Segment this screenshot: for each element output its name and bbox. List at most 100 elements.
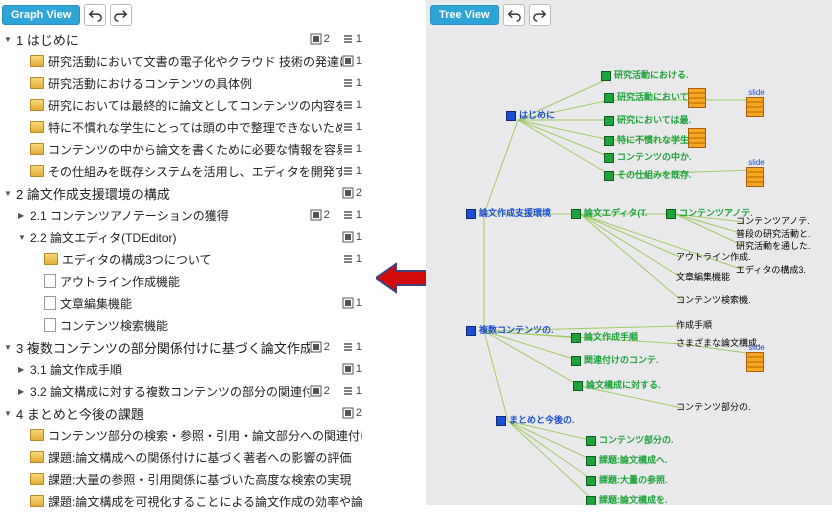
undo-button[interactable] xyxy=(84,4,106,26)
graph-node-label: 文章編集機能 xyxy=(676,272,730,282)
graph-node[interactable]: その仕組みを既存. xyxy=(604,168,692,181)
caret-icon[interactable] xyxy=(18,232,28,243)
slide-icon xyxy=(746,167,764,187)
node-marker-icon xyxy=(586,436,596,446)
graph-node[interactable]: 研究においては最. xyxy=(604,113,691,126)
tree-row-label: 3.2 論文構成に対する複数コンテンツの部分の関連付け xyxy=(30,383,310,400)
tree-row[interactable]: 研究活動において文書の電子化やクラウド 技術の発達によ1 xyxy=(4,50,368,72)
tree-row[interactable]: 文章編集機能1 xyxy=(4,292,368,314)
graph-node-label: コンテンツの中か. xyxy=(617,152,692,162)
node-marker-icon xyxy=(496,416,506,426)
caret-icon[interactable] xyxy=(4,188,14,199)
tree-row-label: 課題:論文構成を可視化することによる論文作成の効率や論 xyxy=(48,493,362,510)
graph-node-label: 論文エディタ(T. xyxy=(584,208,647,218)
caret-icon[interactable] xyxy=(4,342,14,353)
graph-node[interactable]: はじめに xyxy=(506,108,555,121)
graph-node[interactable]: 研究活動において. xyxy=(604,90,691,103)
tree-row[interactable]: エディタの構成3つについて1 xyxy=(4,248,368,270)
caret-icon[interactable] xyxy=(18,364,28,375)
graph-node[interactable]: slide xyxy=(746,88,767,117)
caret-icon[interactable] xyxy=(4,34,14,45)
graph-node[interactable]: 論文構成に対する. xyxy=(573,378,661,391)
graph-node[interactable]: 論文作成手順 xyxy=(571,330,638,343)
undo-button-right[interactable] xyxy=(503,4,525,26)
tree-row[interactable]: 2.2 論文エディタ(TDEditor)1 xyxy=(4,226,368,248)
tree-row[interactable]: コンテンツ部分の検索・参照・引用・論文部分への関連付け xyxy=(4,424,368,446)
tree-row[interactable]: その仕組みを既存システムを活用し、エディタを開発すること1 xyxy=(4,160,368,182)
graph-node[interactable]: コンテンツの中か. xyxy=(604,150,692,163)
graph-node-label: 論文作成支援環境 xyxy=(479,208,551,218)
graph-node[interactable]: slide xyxy=(746,343,767,372)
graph-canvas[interactable]: はじめに 研究活動における. 研究活動において. 研究においては最. 特に不慣れな学生.… xyxy=(426,28,832,505)
tree-row[interactable]: コンテンツ検索機能 xyxy=(4,314,368,336)
undo-icon xyxy=(88,8,102,22)
outline-tree[interactable]: 1 はじめに21研究活動において文書の電子化やクラウド 技術の発達によ1研究活動… xyxy=(2,28,368,512)
tree-row[interactable]: アウトライン作成機能 xyxy=(4,270,368,292)
graph-node[interactable]: 課題:論文構成を. xyxy=(586,493,668,505)
tree-row[interactable]: 研究においては最終的に論文としてコンテンツの内容を整理1 xyxy=(4,94,368,116)
tree-row[interactable]: 課題:論文構成への関係付けに基づく著者への影響の評価 xyxy=(4,446,368,468)
list-count-badge: 1 xyxy=(342,385,362,397)
graph-node-label: 研究においては最. xyxy=(617,115,691,125)
redo-button[interactable] xyxy=(110,4,132,26)
graph-node[interactable]: slide xyxy=(746,158,767,187)
graph-node[interactable]: 特に不慣れな学生. xyxy=(604,133,692,146)
tree-row[interactable]: 課題:大量の参照・引用関係に基づいた高度な検索の実現 xyxy=(4,468,368,490)
folder-icon xyxy=(44,253,58,265)
graph-node[interactable]: コンテンツ部分の. xyxy=(676,400,751,413)
graph-node-label: 関連付けのコンテ. xyxy=(584,355,659,365)
tree-row[interactable]: 2.1 コンテンツアノテーションの獲得21 xyxy=(4,204,368,226)
graph-view-button[interactable]: Graph View xyxy=(2,5,80,25)
graph-node-label: コンテンツ部分の. xyxy=(676,402,751,412)
graph-node[interactable]: 関連付けのコンテ. xyxy=(571,353,659,366)
graph-node[interactable]: 課題:大量の参照. xyxy=(586,473,668,486)
graph-node[interactable]: コンテンツ検索機. xyxy=(676,293,751,306)
graph-node[interactable] xyxy=(688,88,709,108)
graph-node[interactable]: 研究活動を通した. xyxy=(736,239,811,252)
caret-icon[interactable] xyxy=(18,386,28,397)
redo-button-right[interactable] xyxy=(529,4,551,26)
tree-view-button[interactable]: Tree View xyxy=(430,5,499,25)
caret-icon[interactable] xyxy=(4,408,14,419)
graph-node[interactable]: 作成手順 xyxy=(676,318,712,331)
section-header[interactable]: 3 複数コンテンツの部分関係付けに基づく論文作成支援21 xyxy=(4,336,368,358)
tree-row-label: コンテンツ部分の検索・参照・引用・論文部分への関連付け xyxy=(48,427,362,444)
tree-row-label: 研究においては最終的に論文としてコンテンツの内容を整理 xyxy=(48,97,342,114)
graph-node[interactable]: コンテンツアノテ. xyxy=(736,214,810,227)
tree-row[interactable]: 特に不慣れな学生にとっては頭の中で整理できないため論1 xyxy=(4,116,368,138)
tree-row[interactable]: 研究活動におけるコンテンツの具体例1 xyxy=(4,72,368,94)
graph-node[interactable]: 課題:論文構成へ. xyxy=(586,453,668,466)
tree-row[interactable]: 3.2 論文構成に対する複数コンテンツの部分の関連付け21 xyxy=(4,380,368,402)
doc-count-badge: 1 xyxy=(342,363,362,375)
graph-node[interactable]: 文章編集機能 xyxy=(676,270,730,283)
list-count-badge: 1 xyxy=(342,165,362,177)
section-header[interactable]: 1 はじめに21 xyxy=(4,28,368,50)
node-marker-icon xyxy=(604,171,614,181)
undo-icon xyxy=(507,8,521,22)
folder-icon xyxy=(30,473,44,485)
graph-node[interactable]: 研究活動における. xyxy=(601,68,689,81)
node-marker-icon xyxy=(604,136,614,146)
graph-node[interactable]: コンテンツ部分の. xyxy=(586,433,674,446)
graph-node-label: 作成手順 xyxy=(676,320,712,330)
list-count-badge: 1 xyxy=(342,143,362,155)
graph-node-label: 課題:大量の参照. xyxy=(599,475,668,485)
graph-node-label: 論文構成に対する. xyxy=(586,380,661,390)
graph-node[interactable]: 複数コンテンツの. xyxy=(466,323,554,336)
section-title: 3 複数コンテンツの部分関係付けに基づく論文作成支援 xyxy=(16,338,310,357)
graph-node[interactable]: まとめと今後の. xyxy=(496,413,575,426)
tree-row-label: 特に不慣れな学生にとっては頭の中で整理できないため論 xyxy=(48,119,342,136)
section-header[interactable]: 2 論文作成支援環境の構成2 xyxy=(4,182,368,204)
tree-row[interactable]: 課題:論文構成を可視化することによる論文作成の効率や論 xyxy=(4,490,368,512)
section-header[interactable]: 4 まとめと今後の課題2 xyxy=(4,402,368,424)
tree-row[interactable]: 3.1 論文作成手順1 xyxy=(4,358,368,380)
graph-node[interactable]: 論文エディタ(T. xyxy=(571,206,647,219)
graph-node[interactable] xyxy=(688,128,709,148)
graph-node-label: 論文作成手順 xyxy=(584,332,638,342)
caret-icon[interactable] xyxy=(18,210,28,221)
redo-icon xyxy=(114,8,128,22)
graph-node[interactable]: エディタの構成3. xyxy=(736,263,806,276)
doc-count-badge: 1 xyxy=(342,55,362,67)
tree-row[interactable]: コンテンツの中から論文を書くために必要な情報を容易に探1 xyxy=(4,138,368,160)
graph-node[interactable]: 論文作成支援環境 xyxy=(466,206,551,219)
